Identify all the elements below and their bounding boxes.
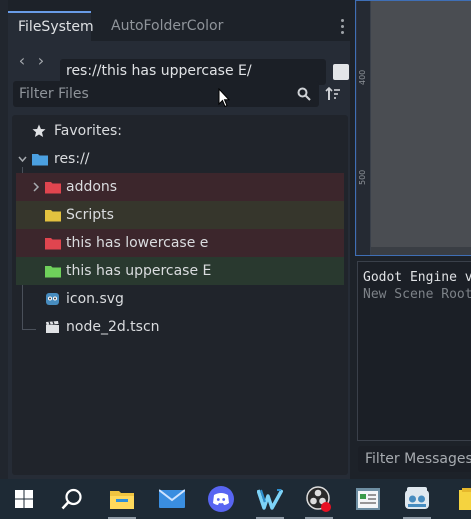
sort-icon[interactable] bbox=[325, 86, 341, 102]
tree-item-addons[interactable]: addons bbox=[16, 173, 344, 201]
left-panel-edge bbox=[0, 0, 8, 479]
file-tree: Favorites: res:// addons Scripts this ha… bbox=[12, 115, 348, 475]
tree-item-scripts[interactable]: Scripts bbox=[16, 201, 344, 229]
viewport-scrollbar[interactable] bbox=[371, 247, 471, 255]
tree-item-label: this has uppercase E bbox=[66, 263, 212, 279]
sticky-icon[interactable] bbox=[452, 483, 471, 515]
chevron-down-icon[interactable] bbox=[18, 155, 27, 164]
folder-icon bbox=[32, 154, 48, 166]
discord-icon[interactable] bbox=[205, 483, 237, 515]
ruler-label: 500 bbox=[358, 169, 367, 185]
dock-menu-icon[interactable] bbox=[338, 19, 346, 35]
tab-filesystem[interactable]: FileSystem bbox=[8, 11, 94, 41]
windows-start-icon[interactable] bbox=[8, 483, 40, 515]
tree-item-node-2d-tscn[interactable]: node_2d.tscn bbox=[16, 313, 344, 341]
output-line: New Scene Root bbox=[363, 287, 471, 302]
mouse-cursor-icon bbox=[218, 88, 230, 108]
tree-item-label: node_2d.tscn bbox=[66, 319, 160, 335]
filter-messages-field[interactable] bbox=[358, 446, 471, 472]
clapperboard-icon bbox=[46, 321, 59, 333]
tab-autofoldercolor[interactable]: AutoFolderColor bbox=[101, 11, 233, 41]
godot-icon[interactable] bbox=[401, 483, 433, 519]
tree-item-res[interactable]: res:// bbox=[16, 145, 344, 173]
viewport-2d[interactable]: 400 500 bbox=[355, 0, 471, 256]
star-icon bbox=[32, 124, 46, 137]
filter-files-field[interactable] bbox=[13, 81, 319, 107]
tree-item-label: Scripts bbox=[66, 207, 114, 223]
folder-icon bbox=[45, 182, 61, 194]
tree-item-label: res:// bbox=[54, 151, 90, 167]
filter-files-input[interactable] bbox=[13, 81, 295, 107]
path-text: res://this has uppercase E/ bbox=[66, 63, 252, 79]
mail-icon[interactable] bbox=[156, 483, 188, 515]
krita-like-icon[interactable] bbox=[254, 483, 286, 519]
taskbar bbox=[0, 479, 471, 519]
tree-item-label: icon.svg bbox=[66, 291, 124, 307]
output-line: Godot Engine v bbox=[363, 270, 471, 285]
file-explorer-icon[interactable] bbox=[106, 483, 138, 519]
folder-icon bbox=[45, 266, 61, 278]
search-icon[interactable] bbox=[56, 483, 88, 515]
chevron-right-icon[interactable] bbox=[32, 182, 41, 192]
obs-icon[interactable] bbox=[303, 483, 335, 519]
notepad-icon[interactable] bbox=[352, 483, 384, 515]
ruler-label: 400 bbox=[358, 69, 367, 85]
tree-item-favorites[interactable]: Favorites: bbox=[16, 117, 344, 145]
tree-item-label: this has lowercase e bbox=[66, 235, 209, 251]
output-panel: Godot Engine v New Scene Root bbox=[357, 261, 471, 441]
filter-messages-input[interactable] bbox=[358, 446, 471, 472]
dock-tab-bar: FileSystem AutoFolderColor bbox=[8, 11, 350, 41]
tree-item-label: Favorites: bbox=[54, 123, 122, 139]
toggle-split-mode-button[interactable] bbox=[333, 64, 349, 80]
tree-item-uppercase-e[interactable]: this has uppercase E bbox=[16, 257, 344, 285]
viewport-canvas[interactable] bbox=[371, 1, 471, 247]
search-icon bbox=[297, 87, 311, 101]
back-icon[interactable]: ‹ bbox=[16, 53, 28, 69]
folder-icon bbox=[45, 210, 61, 222]
folder-icon bbox=[45, 238, 61, 250]
tree-item-label: addons bbox=[66, 179, 118, 195]
godot-icon bbox=[46, 293, 59, 305]
tree-item-icon-svg[interactable]: icon.svg bbox=[16, 285, 344, 313]
vertical-ruler: 400 500 bbox=[357, 1, 371, 255]
tree-item-lowercase-e[interactable]: this has lowercase e bbox=[16, 229, 344, 257]
forward-icon[interactable]: › bbox=[35, 53, 47, 69]
